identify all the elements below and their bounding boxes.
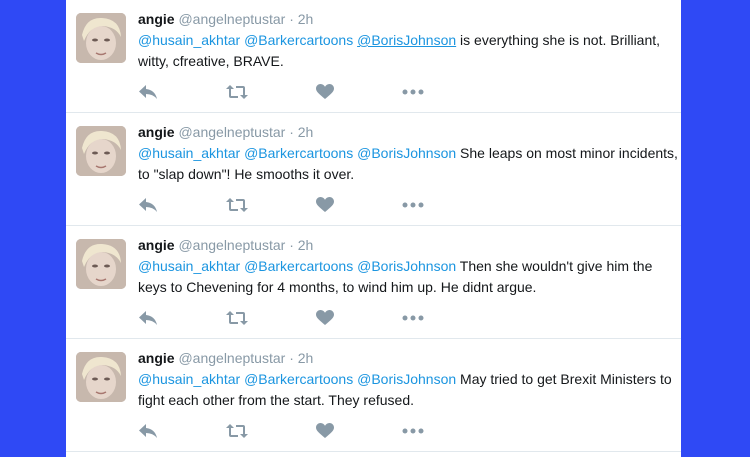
tweet[interactable]: angie @angelneptustar · 2h @husain_akhta… [66, 113, 681, 226]
tweet-actions [138, 308, 438, 328]
timestamp[interactable]: 2h [298, 350, 314, 366]
mention-link[interactable]: @BorisJohnson [357, 145, 456, 161]
reply-icon [139, 85, 157, 99]
reply-button[interactable] [138, 308, 158, 328]
reply-button[interactable] [138, 82, 158, 102]
tweet-actions [138, 421, 438, 441]
user-name[interactable]: angie [138, 11, 175, 27]
like-button[interactable] [316, 82, 334, 102]
tweet[interactable]: angie @angelneptustar · 2h @husain_akhta… [66, 0, 681, 113]
tweet-text: @husain_akhtar @Barkercartoons @BorisJoh… [138, 256, 678, 298]
separator-dot: · [289, 11, 294, 27]
avatar[interactable] [76, 239, 126, 289]
tweet[interactable]: angie @angelneptustar · 2h @husain_akhta… [66, 339, 681, 452]
more-button[interactable] [402, 421, 424, 441]
like-button[interactable] [316, 308, 334, 328]
mention-link[interactable]: @BorisJohnson [357, 371, 456, 387]
more-icon [402, 428, 424, 434]
tweet-actions [138, 195, 438, 215]
mention-link[interactable]: @husain_akhtar [138, 145, 240, 161]
mention-link[interactable]: @husain_akhtar [138, 258, 240, 274]
user-handle[interactable]: @angelneptustar [178, 237, 285, 253]
mention-link[interactable]: @Barkercartoons [244, 145, 353, 161]
tweet-header: angie @angelneptustar · 2h [138, 349, 313, 367]
like-button[interactable] [316, 195, 334, 215]
avatar[interactable] [76, 13, 126, 63]
retweet-icon [226, 198, 248, 212]
heart-icon [316, 310, 334, 325]
more-icon [402, 315, 424, 321]
reply-icon [139, 311, 157, 325]
more-button[interactable] [402, 195, 424, 215]
tweet-text: @husain_akhtar @Barkercartoons @BorisJoh… [138, 369, 678, 411]
tweet[interactable]: angie @angelneptustar · 2h @husain_akhta… [66, 226, 681, 339]
more-icon [402, 89, 424, 95]
reply-button[interactable] [138, 421, 158, 441]
user-handle[interactable]: @angelneptustar [178, 11, 285, 27]
user-name[interactable]: angie [138, 350, 175, 366]
reply-icon [139, 198, 157, 212]
tweet-actions [138, 82, 438, 102]
avatar[interactable] [76, 126, 126, 176]
user-name[interactable]: angie [138, 124, 175, 140]
timestamp[interactable]: 2h [298, 11, 314, 27]
retweet-button[interactable] [226, 195, 248, 215]
mention-link[interactable]: @BorisJohnson [357, 258, 456, 274]
heart-icon [316, 197, 334, 212]
separator-dot: · [289, 237, 294, 253]
retweet-icon [226, 424, 248, 438]
retweet-icon [226, 311, 248, 325]
mention-link[interactable]: @Barkercartoons [244, 371, 353, 387]
tweet-text: @husain_akhtar @Barkercartoons @BorisJoh… [138, 30, 678, 72]
mention-link[interactable]: @husain_akhtar [138, 371, 240, 387]
tweet-text: @husain_akhtar @Barkercartoons @BorisJoh… [138, 143, 678, 185]
reply-icon [139, 424, 157, 438]
more-button[interactable] [402, 308, 424, 328]
separator-dot: · [289, 124, 294, 140]
tweet-timeline: angie @angelneptustar · 2h @husain_akhta… [66, 0, 681, 457]
separator-dot: · [289, 350, 294, 366]
heart-icon [316, 84, 334, 99]
mention-link[interactable]: @husain_akhtar [138, 32, 240, 48]
tweet-header: angie @angelneptustar · 2h [138, 236, 313, 254]
reply-button[interactable] [138, 195, 158, 215]
mention-link[interactable]: @Barkercartoons [244, 258, 353, 274]
tweet-header: angie @angelneptustar · 2h [138, 10, 313, 28]
retweet-button[interactable] [226, 308, 248, 328]
timestamp[interactable]: 2h [298, 237, 314, 253]
retweet-icon [226, 85, 248, 99]
timestamp[interactable]: 2h [298, 124, 314, 140]
more-icon [402, 202, 424, 208]
user-handle[interactable]: @angelneptustar [178, 124, 285, 140]
mention-link[interactable]: @Barkercartoons [244, 32, 353, 48]
tweet-header: angie @angelneptustar · 2h [138, 123, 313, 141]
retweet-button[interactable] [226, 82, 248, 102]
like-button[interactable] [316, 421, 334, 441]
retweet-button[interactable] [226, 421, 248, 441]
mention-link[interactable]: @BorisJohnson [357, 32, 456, 48]
user-name[interactable]: angie [138, 237, 175, 253]
more-button[interactable] [402, 82, 424, 102]
user-handle[interactable]: @angelneptustar [178, 350, 285, 366]
avatar[interactable] [76, 352, 126, 402]
heart-icon [316, 423, 334, 438]
